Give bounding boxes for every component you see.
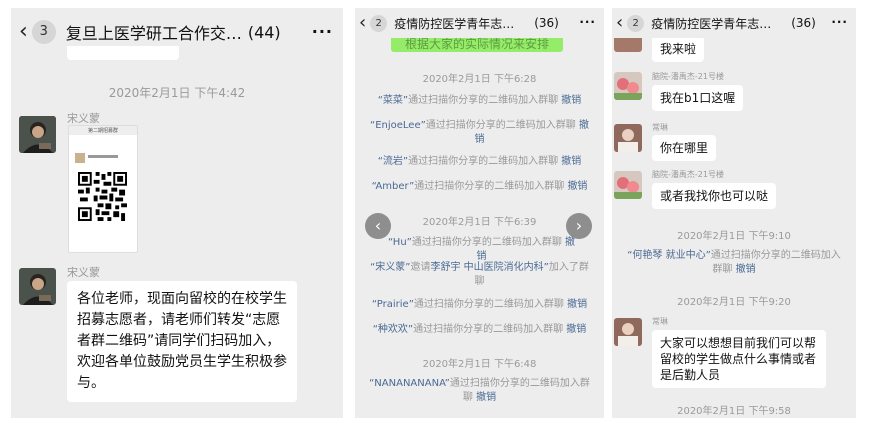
unread-badge[interactable]: 2 xyxy=(627,14,645,32)
timestamp: 2020年2月1日 下午9:58 xyxy=(677,406,791,417)
system-message: “Amber”通过扫描你分享的二维码加入群聊 撤销 xyxy=(365,180,594,194)
back-arrow-icon[interactable]: ‹ xyxy=(359,14,366,32)
system-text: 通过扫描你分享的二维码加入群聊 xyxy=(449,378,590,403)
sender-avatar[interactable] xyxy=(19,116,56,153)
timestamp: 2020年2月1日 下午6:28 xyxy=(422,74,537,85)
qr-code-icon xyxy=(78,172,127,221)
system-text: 邀请 xyxy=(410,262,431,273)
chat-panel-3: ‹ 2 疫情防控医学青年志愿… (36) ··· 我来啦 脑院-潘禹杰-21号楼… xyxy=(612,8,856,418)
chat-title: 疫情防控医学青年志愿… xyxy=(651,16,782,31)
unread-badge[interactable]: 3 xyxy=(31,20,56,44)
sender-name: 脑院-潘禹杰-21号楼 xyxy=(652,72,724,81)
sender-avatar[interactable] xyxy=(614,171,642,199)
more-options-icon[interactable]: ··· xyxy=(579,15,596,29)
chat-header: ‹ 2 疫情防控医学青年志愿… (36) ··· xyxy=(612,8,856,38)
member-name-link[interactable]: “何艳琴 就业中心” xyxy=(627,250,711,261)
message-bubble[interactable]: 你在哪里 xyxy=(652,135,717,161)
system-text: 通过扫描你分享的二维码加入群聊 xyxy=(411,237,562,248)
system-text: 通过扫描你分享的二维码加入群聊 xyxy=(414,181,565,192)
system-text: 通过扫描你分享的二维码加入群聊 xyxy=(710,250,841,275)
sender-name: 宋义蒙 xyxy=(67,112,100,125)
revoke-link[interactable]: 撤销 xyxy=(736,264,756,275)
message-bubble[interactable]: 我在b1口这喔 xyxy=(652,85,744,111)
revoke-link[interactable]: 撤销 xyxy=(561,95,581,106)
sender-avatar[interactable] xyxy=(614,124,642,152)
timestamp: 2020年2月1日 下午9:10 xyxy=(677,231,791,242)
system-text: 通过扫描你分享的二维码加入群聊 xyxy=(413,324,564,335)
system-message: “宋义蒙”邀请李舒宇 中山医院消化内科”加入了群聊 xyxy=(367,261,592,289)
person-photo-icon xyxy=(614,318,642,346)
system-message: “NANANANANA”通过扫描你分享的二维码加入群聊 撤销 xyxy=(369,377,590,405)
member-name-link[interactable]: “菜菜” xyxy=(378,95,408,106)
member-name-link[interactable]: “Hu” xyxy=(388,237,412,248)
chat-title: 疫情防控医学青年志愿… xyxy=(394,16,523,31)
back-arrow-icon[interactable]: ‹ xyxy=(19,21,28,43)
person-photo-icon xyxy=(614,124,642,152)
revoke-link[interactable]: 撤销 xyxy=(561,156,581,167)
system-text: 通过扫描你分享的二维码加入群聊 xyxy=(408,156,559,167)
timestamp: 2020年2月1日 下午6:48 xyxy=(422,359,537,370)
system-message: “菜菜”通过扫描你分享的二维码加入群聊 撤销 xyxy=(365,94,594,108)
member-name-link[interactable]: “NANANANANA” xyxy=(369,378,450,389)
member-name-link[interactable]: 李舒宇 中山医院消化内科” xyxy=(431,262,549,273)
sender-avatar[interactable] xyxy=(19,268,56,305)
person-photo-icon xyxy=(19,116,56,153)
member-count: (36) xyxy=(534,16,559,30)
unread-badge[interactable]: 2 xyxy=(370,14,388,32)
message-bubble[interactable]: 各位老师，现面向留校的在校学生招募志愿者，请老师们转发“志愿者群二维码”请同学们… xyxy=(67,281,297,402)
sender-avatar[interactable] xyxy=(614,72,642,100)
chat-panel-2: ‹ 2 疫情防控医学青年志愿… (36) ··· 根据大家的实际情况来安排 20… xyxy=(355,8,604,418)
system-message: “Hu”通过扫描你分享的二维码加入群聊 撤销 xyxy=(385,236,578,264)
chat-header: ‹ 2 疫情防控医学青年志愿… (36) ··· xyxy=(355,8,604,38)
previous-message-bubble[interactable] xyxy=(67,46,179,60)
system-message: “Prairie”通过扫描你分享的二维码加入群聊 撤销 xyxy=(365,298,594,312)
next-image-button[interactable]: › xyxy=(566,213,592,239)
sender-name: 常琳 xyxy=(652,317,668,326)
qr-group-avatar xyxy=(75,153,85,163)
system-text: 通过扫描你分享的二维码加入群聊 xyxy=(413,299,564,310)
sender-name: 宋义蒙 xyxy=(67,266,100,279)
qr-caption: 第二期招募群 xyxy=(87,128,118,134)
flower-photo-icon xyxy=(614,72,642,100)
system-message: “流岩”通过扫描你分享的二维码加入群聊 撤销 xyxy=(365,155,594,169)
revoke-link[interactable]: 撤销 xyxy=(567,181,587,192)
sender-name: 脑院-潘禹杰-21号楼 xyxy=(652,170,724,179)
revoke-link[interactable]: 撤销 xyxy=(567,299,587,310)
message-bubble[interactable]: 我来啦 xyxy=(652,36,705,62)
qr-group-name xyxy=(88,155,118,158)
timestamp: 2020年2月1日 下午4:42 xyxy=(108,86,246,100)
more-options-icon[interactable]: ··· xyxy=(831,15,848,29)
person-photo-icon xyxy=(19,268,56,305)
member-name-link[interactable]: “Amber” xyxy=(372,181,415,192)
previous-image-button[interactable]: ‹ xyxy=(365,213,391,239)
message-bubble[interactable]: 大家可以想想目前我们可以帮留校的学生做点什么事情或者是后勤人员 xyxy=(652,330,826,388)
chat-panel-1: ‹ 3 复旦上医学研工合作交… (44) ··· 2020年2月1日 下午4:4… xyxy=(11,8,343,418)
revoke-link[interactable]: 撤销 xyxy=(476,392,496,403)
back-arrow-icon[interactable]: ‹ xyxy=(616,14,623,32)
member-name-link[interactable]: “Prairie” xyxy=(372,299,414,310)
system-message: “何艳琴 就业中心”通过扫描你分享的二维码加入群聊 撤销 xyxy=(624,249,844,277)
system-message: “种欢欢”通过扫描你分享的二维码加入群聊 撤销 xyxy=(365,323,594,337)
member-name-link[interactable]: “种欢欢” xyxy=(373,324,413,335)
qr-code-image[interactable]: 第二期招募群 xyxy=(68,125,138,253)
flower-photo-icon xyxy=(614,171,642,199)
system-text: 通过扫描你分享的二维码加入群聊 xyxy=(408,95,559,106)
system-text: 通过扫描你分享的二维码加入群聊 xyxy=(425,120,576,131)
member-count: (36) xyxy=(791,16,816,30)
sender-avatar[interactable] xyxy=(614,318,642,346)
revoke-link[interactable]: 撤销 xyxy=(566,324,586,335)
system-message: “EnjoeLee”通过扫描你分享的二维码加入群聊 撤销 xyxy=(369,119,590,147)
member-name-link[interactable]: “宋义蒙” xyxy=(370,262,410,273)
member-count: (44) xyxy=(247,22,281,42)
more-options-icon[interactable]: ··· xyxy=(312,22,333,41)
member-name-link[interactable]: “EnjoeLee” xyxy=(370,120,426,131)
timestamp: 2020年2月1日 下午9:20 xyxy=(677,297,791,308)
message-bubble[interactable]: 或者我找你也可以哒 xyxy=(652,183,777,209)
member-name-link[interactable]: “流岩” xyxy=(378,156,408,167)
chat-title: 复旦上医学研工合作交… xyxy=(65,24,242,43)
sender-name: 常琳 xyxy=(652,123,668,132)
